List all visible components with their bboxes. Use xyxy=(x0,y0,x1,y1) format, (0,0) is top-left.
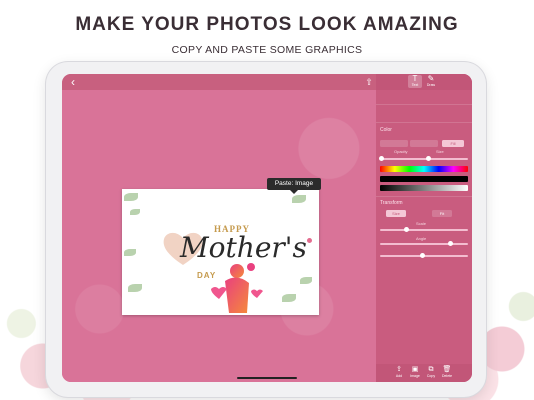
color-option[interactable] xyxy=(380,140,408,147)
tab-draw-label: Draw xyxy=(426,83,436,87)
tab-draw[interactable]: ✎ Draw xyxy=(424,75,438,88)
copy-button[interactable]: ⧉ Copy xyxy=(424,366,438,379)
promo-subline: COPY AND PASTE SOME GRAPHICS xyxy=(171,44,363,56)
leaf-decoration xyxy=(128,284,142,292)
editing-canvas[interactable]: HAPPY Mother's DAY Paste: Image xyxy=(62,90,376,382)
slider-label: Angle xyxy=(416,236,427,241)
copy-label: Copy xyxy=(426,374,436,378)
delete-button[interactable]: 🗑 Delete xyxy=(440,366,454,379)
leaf-decoration xyxy=(300,277,312,284)
transform-option-label: Size xyxy=(392,211,400,216)
color-option[interactable] xyxy=(410,140,438,147)
app-screen: ‹ ⇧ HAPPY Mother's DAY Paste: Image T Te… xyxy=(62,74,472,382)
color-option-label: Fill xyxy=(450,141,456,146)
angle-slider[interactable] xyxy=(380,243,468,245)
chevron-left-icon[interactable]: ‹ xyxy=(66,75,80,89)
image-button[interactable]: ▣ Image xyxy=(408,366,422,379)
transform-option-label: Fit xyxy=(439,211,445,216)
leaf-decoration xyxy=(124,249,136,256)
resize-handle[interactable] xyxy=(306,237,313,244)
delete-label: Delete xyxy=(441,374,453,378)
home-indicator xyxy=(237,377,297,379)
slider-label: Opacity xyxy=(394,149,408,154)
text-icon: T xyxy=(412,74,418,83)
hue-bar[interactable] xyxy=(380,166,468,172)
leaf-decoration xyxy=(292,195,306,203)
image-label: Image xyxy=(410,374,420,378)
color-option-fill[interactable]: Fill xyxy=(442,140,464,147)
share-icon[interactable]: ⇧ xyxy=(363,76,375,88)
tab-text[interactable]: T Text xyxy=(408,75,422,88)
opacity-slider[interactable] xyxy=(380,158,468,160)
slider-knob[interactable] xyxy=(420,253,425,258)
slider-label: Scale xyxy=(416,221,427,226)
leaf-decoration xyxy=(130,209,140,215)
slider-label: Size xyxy=(436,149,444,154)
slider-knob[interactable] xyxy=(448,241,453,246)
slider-knob[interactable] xyxy=(379,156,384,161)
gradient-bar[interactable] xyxy=(380,185,468,191)
paste-image-button[interactable]: Paste: Image xyxy=(267,178,321,190)
color-section-title: Color xyxy=(380,127,392,133)
scale-slider[interactable] xyxy=(380,229,468,231)
divider xyxy=(376,196,472,197)
transform-option[interactable]: Fit xyxy=(432,210,452,217)
tooltip-arrow xyxy=(290,190,298,194)
add-label: Add xyxy=(395,374,403,378)
leaf-decoration xyxy=(282,294,296,302)
mothers-day-card[interactable]: HAPPY Mother's DAY xyxy=(122,189,319,315)
transform-option[interactable]: Size xyxy=(386,210,406,217)
trash-icon: 🗑 xyxy=(442,366,452,373)
slider-knob[interactable] xyxy=(426,156,431,161)
add-button[interactable]: ⇪ Add xyxy=(392,366,406,379)
bottom-action-bar: ⇪ Add ▣ Image ⧉ Copy 🗑 Delete xyxy=(376,364,472,382)
shade-bar[interactable] xyxy=(380,176,468,182)
draw-icon: ✎ xyxy=(427,74,435,83)
add-icon: ⇪ xyxy=(396,366,402,373)
divider xyxy=(376,122,472,123)
tools-panel: T Text ✎ Draw Color Fill Opacity Size Tr… xyxy=(376,74,472,382)
image-icon: ▣ xyxy=(411,366,419,373)
panel-tabs: T Text ✎ Draw xyxy=(376,74,472,90)
copy-icon: ⧉ xyxy=(428,366,434,373)
transform-section-title: Transform xyxy=(380,200,403,206)
mother-child-illustration xyxy=(211,263,263,313)
divider xyxy=(376,104,472,105)
promo-headline: MAKE YOUR PHOTOS LOOK AMAZING xyxy=(75,14,459,35)
slider-knob[interactable] xyxy=(404,227,409,232)
leaf-decoration xyxy=(124,193,138,201)
tab-text-label: Text xyxy=(411,83,419,87)
